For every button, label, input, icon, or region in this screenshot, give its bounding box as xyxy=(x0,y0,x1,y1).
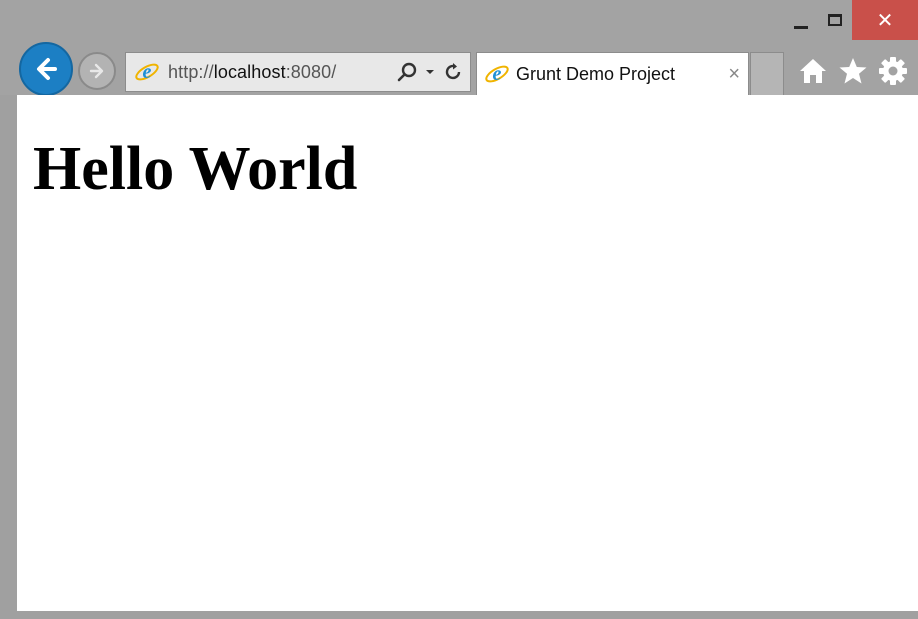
minimize-button[interactable] xyxy=(784,0,818,40)
page-content: Hello World xyxy=(17,95,918,611)
new-tab-button[interactable] xyxy=(750,52,784,95)
refresh-icon[interactable] xyxy=(442,61,464,83)
home-icon xyxy=(800,59,826,83)
back-arrow-icon xyxy=(37,58,57,80)
maximize-icon xyxy=(828,14,842,26)
url-text[interactable]: http://localhost:8080/ xyxy=(168,62,336,83)
tab-grunt-demo-project[interactable]: e Grunt Demo Project × xyxy=(476,52,749,95)
url-port-path: :8080/ xyxy=(285,61,337,82)
back-button[interactable] xyxy=(19,42,73,96)
close-window-button[interactable]: ✕ xyxy=(852,0,918,40)
tab-close-button[interactable]: × xyxy=(728,63,740,86)
url-scheme: http:// xyxy=(168,61,214,82)
svg-text:e: e xyxy=(143,61,152,83)
address-tools xyxy=(396,61,464,83)
command-icons xyxy=(796,54,910,88)
tab-title: Grunt Demo Project xyxy=(516,63,676,84)
ie-icon: e xyxy=(134,59,160,85)
search-icon[interactable] xyxy=(396,61,418,83)
favorites-button[interactable] xyxy=(836,54,870,88)
home-button[interactable] xyxy=(796,54,830,88)
chevron-down-icon[interactable] xyxy=(424,66,436,78)
settings-button[interactable] xyxy=(876,54,910,88)
address-bar[interactable]: e http://localhost:8080/ xyxy=(125,52,471,92)
forward-arrow-icon xyxy=(89,63,104,79)
maximize-button[interactable] xyxy=(818,0,852,40)
star-icon xyxy=(839,58,867,84)
gear-icon xyxy=(879,57,907,85)
browser-chrome: ✕ e http://localhost:8080/ e Grunt Demo … xyxy=(0,0,918,96)
forward-button[interactable] xyxy=(78,52,116,90)
page-heading: Hello World xyxy=(33,135,358,203)
url-host: localhost xyxy=(213,61,286,82)
tab-favicon-icon: e xyxy=(484,61,510,87)
minimize-icon xyxy=(794,25,808,29)
close-icon: ✕ xyxy=(876,9,894,32)
svg-text:e: e xyxy=(493,63,502,85)
browser-window: ✕ e http://localhost:8080/ e Grunt Demo … xyxy=(0,0,918,619)
window-controls: ✕ xyxy=(784,0,918,40)
